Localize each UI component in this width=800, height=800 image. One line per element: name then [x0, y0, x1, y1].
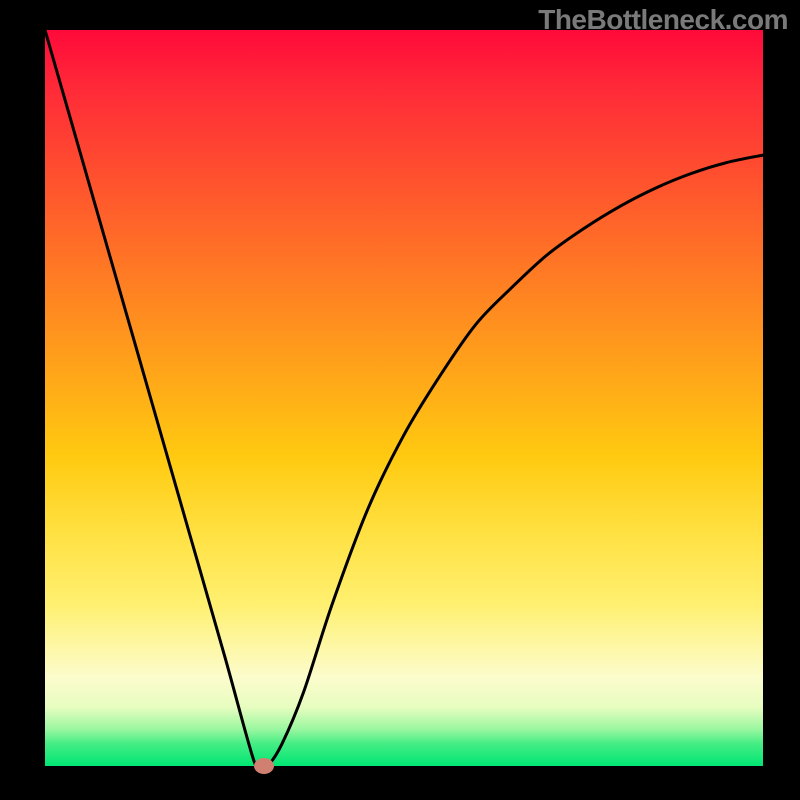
optimum-marker: [254, 758, 274, 774]
attribution-label: TheBottleneck.com: [538, 4, 788, 36]
chart-container: TheBottleneck.com: [0, 0, 800, 800]
plot-area: [45, 30, 763, 766]
bottleneck-curve: [45, 30, 763, 766]
curve-svg: [45, 30, 763, 766]
